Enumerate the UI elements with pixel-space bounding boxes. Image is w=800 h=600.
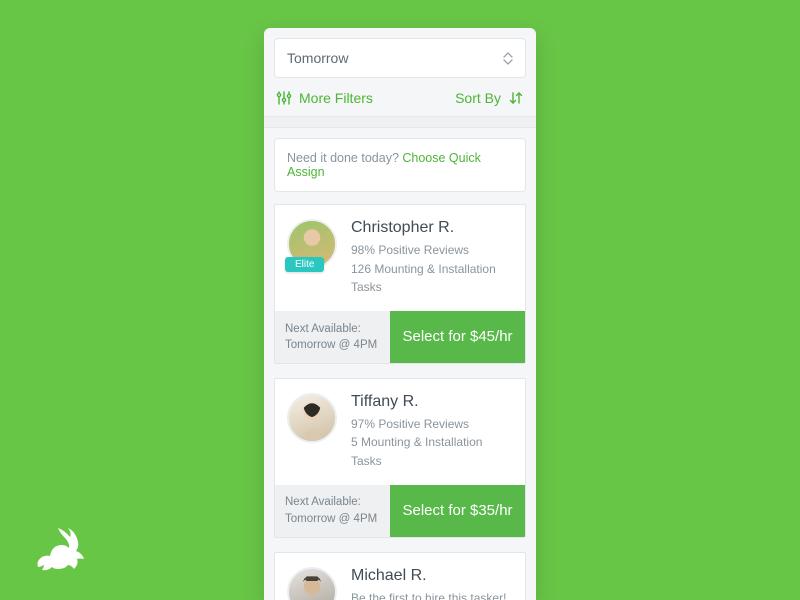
tasker-reviews: 97% Positive Reviews	[351, 415, 513, 434]
availability-label: Next Available:	[285, 494, 380, 510]
availability-value: Tomorrow @ 4PM	[285, 337, 380, 353]
select-button-label: Select for $35/hr	[402, 502, 512, 519]
sort-by-button[interactable]: Sort By	[455, 90, 524, 106]
select-tasker-button[interactable]: Select for $35/hr	[390, 485, 525, 537]
availability-label: Next Available:	[285, 321, 380, 337]
quick-assign-prefix: Need it done today?	[287, 151, 402, 165]
avatar: Elite	[287, 219, 339, 297]
sort-arrows-icon	[508, 90, 524, 106]
avatar	[287, 567, 339, 600]
section-divider	[264, 116, 536, 128]
select-chevrons-icon	[503, 52, 513, 65]
sliders-icon	[276, 90, 292, 106]
elite-badge: Elite	[285, 257, 324, 272]
select-tasker-button[interactable]: Select for $45/hr	[390, 311, 525, 363]
date-selector-label: Tomorrow	[287, 50, 348, 66]
more-filters-button[interactable]: More Filters	[276, 90, 373, 106]
app-screen: Tomorrow More Filters Sort By	[264, 28, 536, 600]
availability-value: Tomorrow @ 4PM	[285, 511, 380, 527]
availability-cell: Next Available: Tomorrow @ 4PM	[275, 485, 390, 537]
more-filters-label: More Filters	[299, 90, 373, 106]
tasker-card: Tiffany R. 97% Positive Reviews 5 Mounti…	[274, 378, 526, 538]
tasker-name: Christopher R.	[351, 219, 513, 237]
availability-cell: Next Available: Tomorrow @ 4PM	[275, 311, 390, 363]
brand-rabbit-icon	[32, 525, 88, 578]
tasker-name: Tiffany R.	[351, 393, 513, 411]
tasker-tasks: 126 Mounting & Installation Tasks	[351, 260, 513, 297]
tasker-tasks: 5 Mounting & Installation Tasks	[351, 433, 513, 470]
sort-by-label: Sort By	[455, 90, 501, 106]
date-selector[interactable]: Tomorrow	[274, 38, 526, 78]
avatar	[287, 393, 339, 471]
tasker-name: Michael R.	[351, 567, 513, 585]
select-button-label: Select for $45/hr	[402, 328, 512, 345]
tasker-reviews: 98% Positive Reviews	[351, 241, 513, 260]
quick-assign-banner: Need it done today? Choose Quick Assign	[274, 138, 526, 192]
tasker-card: Elite Christopher R. 98% Positive Review…	[274, 204, 526, 364]
filter-bar: More Filters Sort By	[274, 78, 526, 116]
tasker-card: Michael R. Be the first to hire this tas…	[274, 552, 526, 600]
tasker-reviews: Be the first to hire this tasker!	[351, 589, 513, 600]
